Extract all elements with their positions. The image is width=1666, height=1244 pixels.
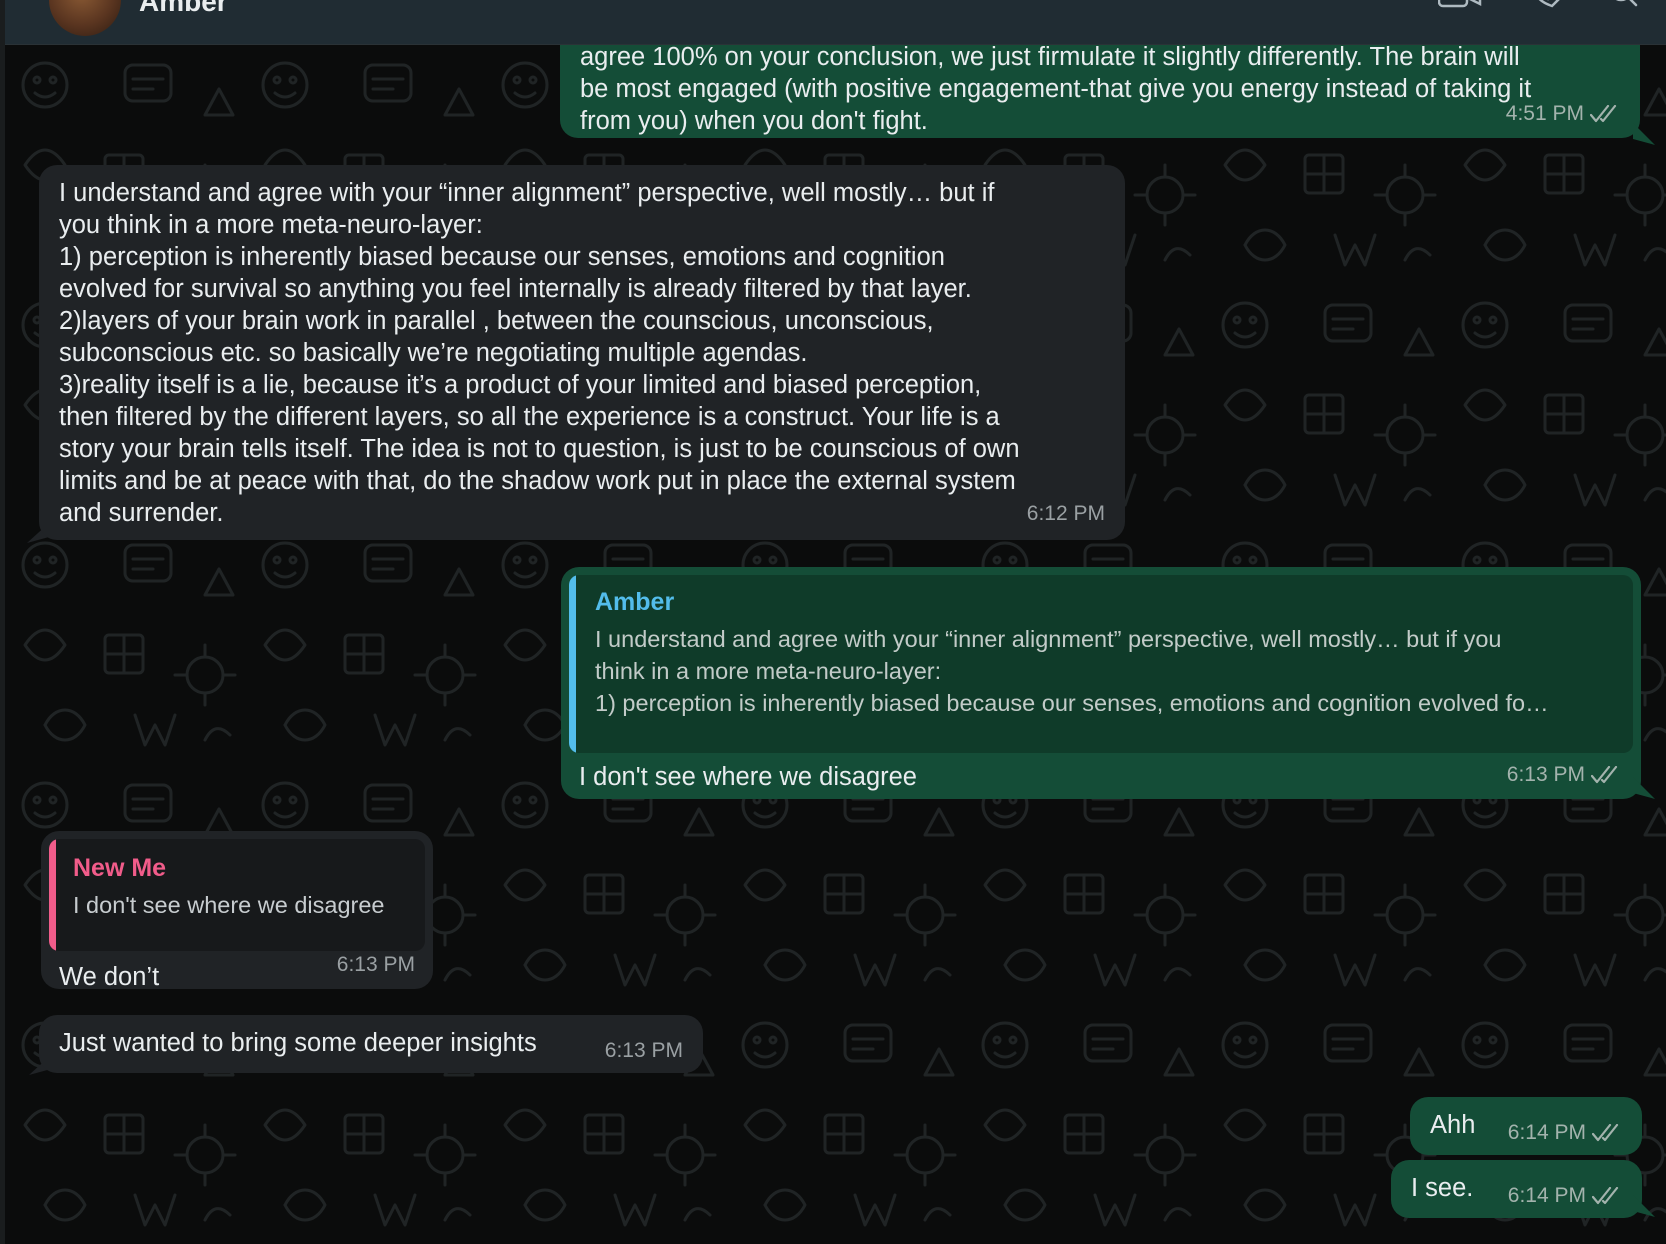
quote-author: New Me [73,854,167,882]
message-bubble-incoming[interactable]: Just wanted to bring some deeper insight… [39,1015,703,1073]
message-meta: 4:51 PM [1506,98,1620,130]
read-ticks-icon [1590,105,1617,123]
quote-author: Amber [595,588,675,616]
message-meta: 6:14 PM [1508,1180,1622,1212]
message-meta: 6:13 PM [605,1035,683,1067]
chat-header: Amber [5,0,1666,45]
message-time: 4:51 PM [1505,102,1584,125]
message-bubble-outgoing[interactable]: I see. 6:14 PM [1391,1160,1642,1218]
bubble-tail [1633,1195,1655,1217]
read-ticks-icon [1592,1187,1619,1205]
message-list[interactable]: agree 100% on your conclusion, we just f… [5,45,1666,1244]
message-meta: 6:13 PM [1507,759,1621,791]
search-icon[interactable] [1607,0,1641,8]
quote-accent-bar [569,575,576,753]
quote-text: I don't see where we disagree [73,892,385,918]
bubble-tail [1633,777,1655,799]
read-ticks-icon [1591,766,1618,784]
message-text: agree 100% on your conclusion, we just f… [580,45,1532,135]
message-meta: 6:14 PM [1508,1117,1622,1149]
message-bubble-outgoing[interactable]: Amber I understand and agree with your “… [561,567,1641,799]
message-time: 6:14 PM [1507,1184,1586,1207]
quoted-message[interactable]: New Me I don't see where we disagree [49,839,425,951]
message-time: 6:12 PM [1026,502,1105,525]
voice-call-icon[interactable] [1530,0,1562,8]
message-text: I don't see where we disagree [579,763,917,791]
bubble-tail [1633,123,1655,145]
message-bubble-outgoing[interactable]: Ahh 6:14 PM [1410,1097,1642,1155]
contact-avatar[interactable] [49,0,121,36]
message-text: I understand and agree with your “inner … [59,179,1020,527]
message-meta: 6:13 PM [337,949,415,981]
quote-text: I understand and agree with your “inner … [595,626,1549,716]
message-bubble-incoming[interactable]: New Me I don't see where we disagree We … [41,831,433,991]
video-call-icon[interactable] [1438,0,1482,8]
message-bubble-outgoing[interactable]: agree 100% on your conclusion, we just f… [560,45,1640,138]
quote-accent-bar [49,839,56,951]
read-ticks-icon [1592,1124,1619,1142]
message-time: 6:13 PM [604,1039,683,1062]
message-time: 6:13 PM [1506,763,1585,786]
message-time: 6:13 PM [336,953,415,976]
quoted-message[interactable]: Amber I understand and agree with your “… [569,575,1633,753]
message-text: Just wanted to bring some deeper insight… [59,1029,537,1057]
message-meta: 6:12 PM [1027,498,1105,530]
contact-name[interactable]: Amber [139,0,228,16]
message-bubble-incoming[interactable]: I understand and agree with your “inner … [39,165,1125,540]
message-time: 6:14 PM [1507,1121,1586,1144]
